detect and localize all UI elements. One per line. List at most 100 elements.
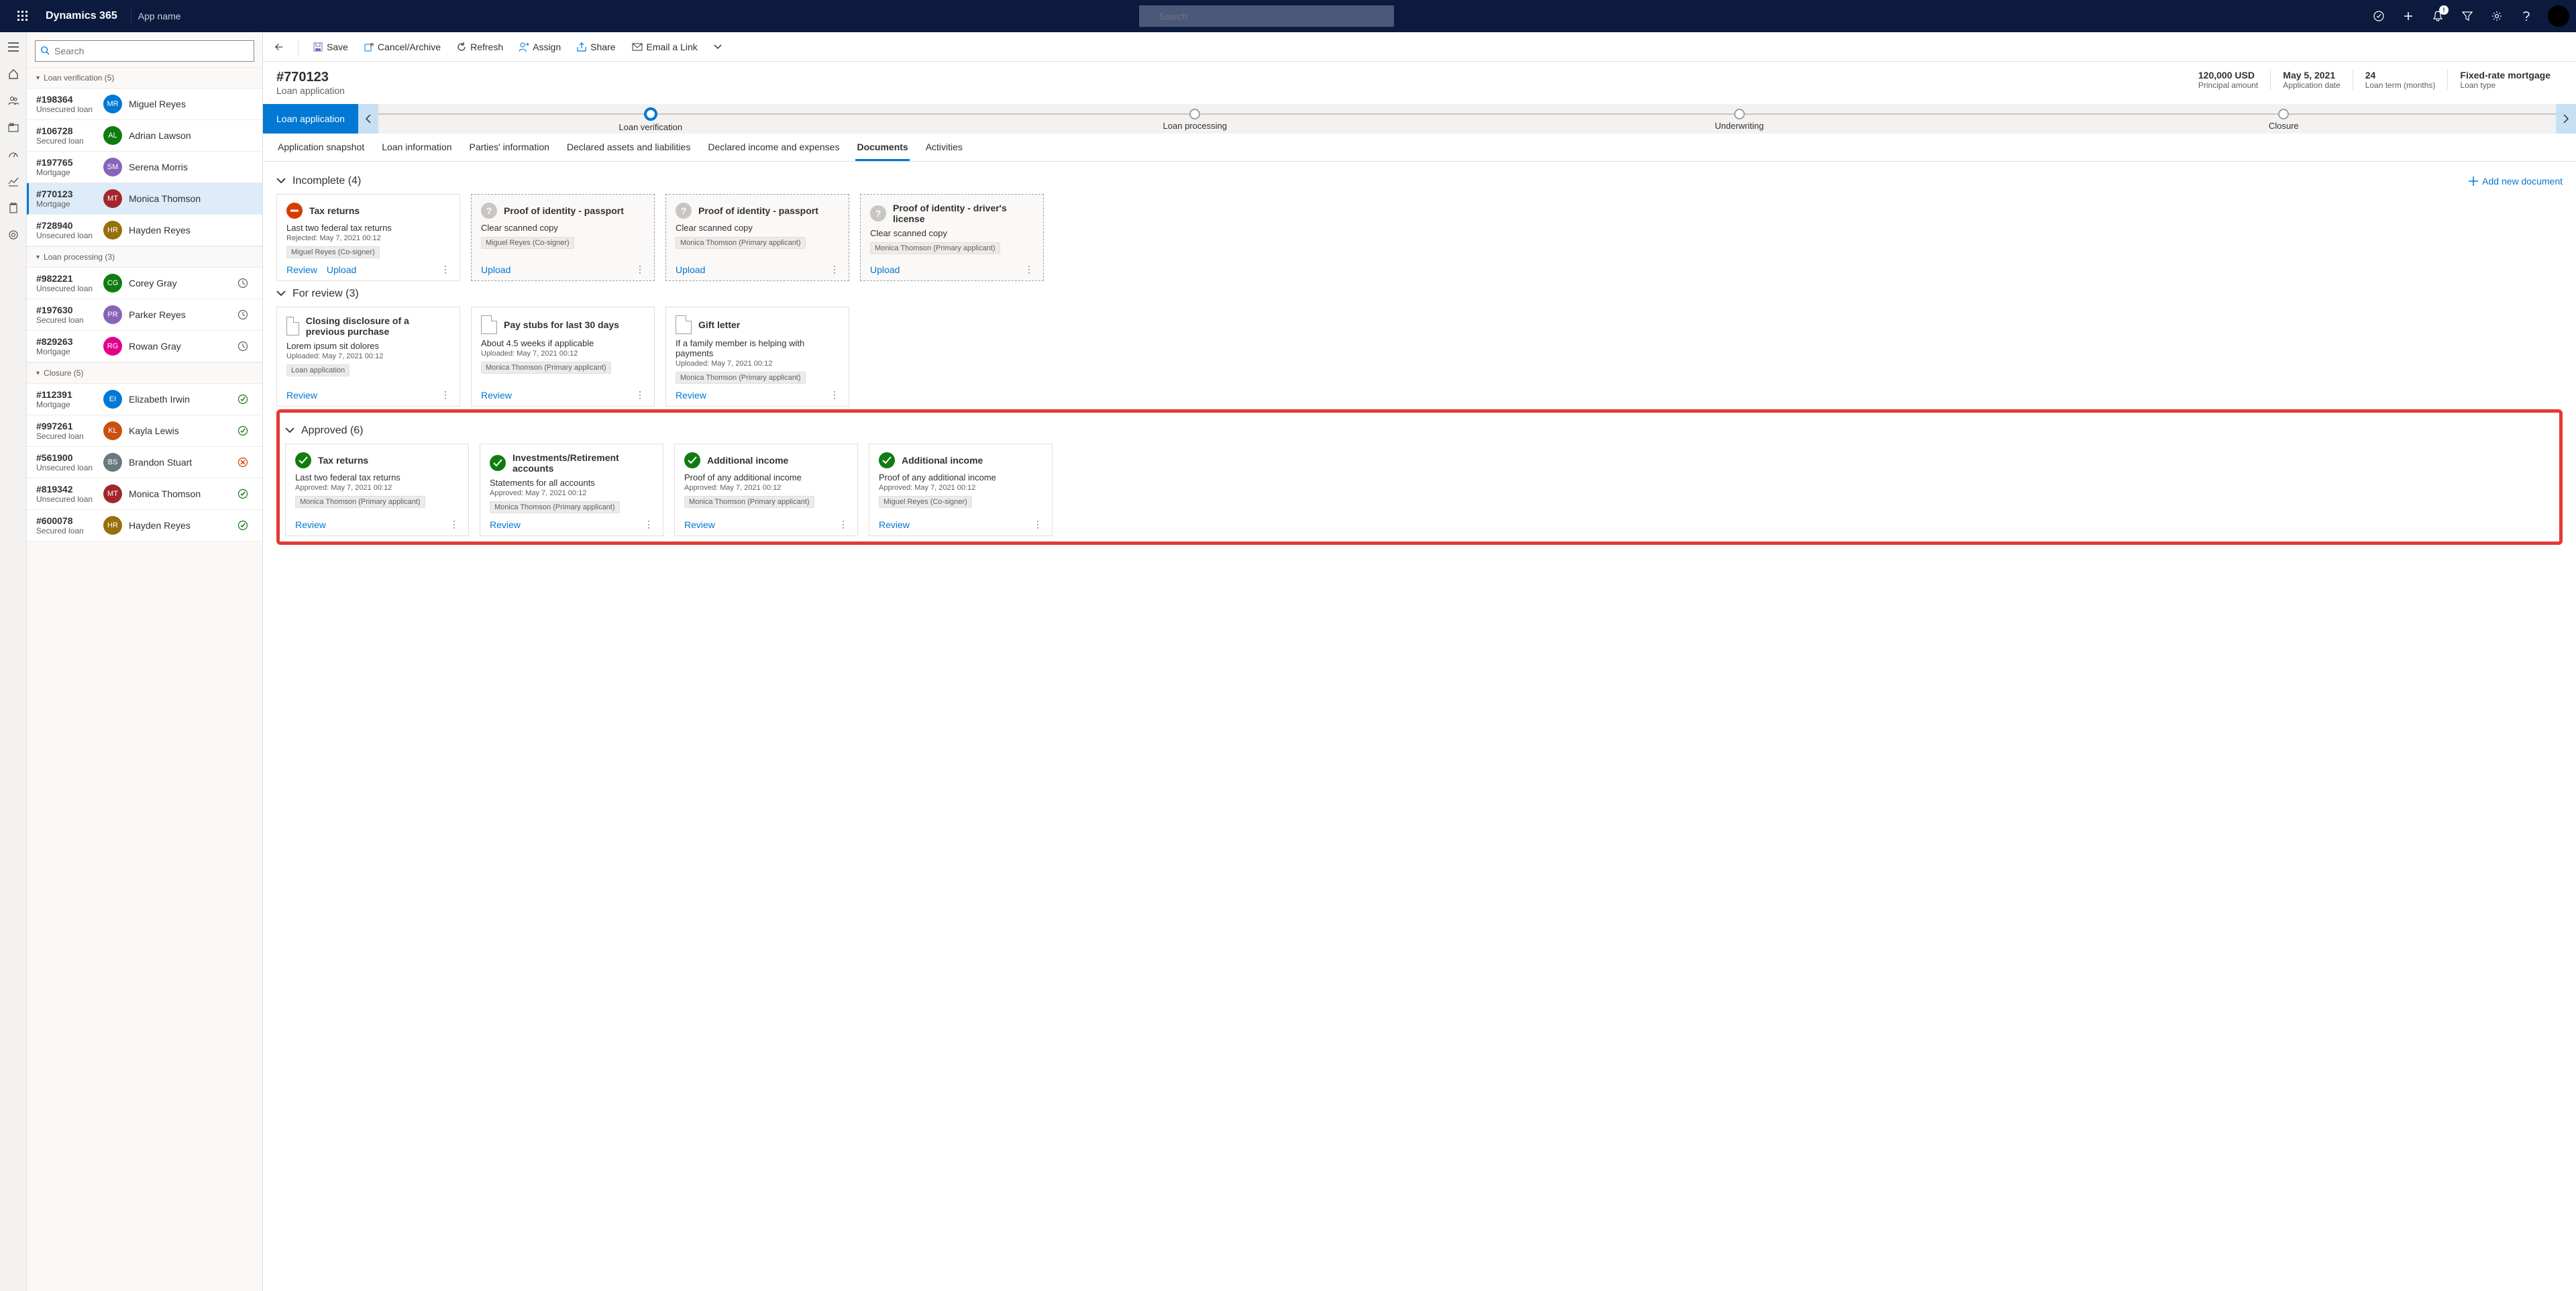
help-icon[interactable] [2513,3,2540,30]
stage-verification[interactable]: Loan verification [378,106,923,132]
list-row[interactable]: #198364Unsecured loan MRMiguel Reyes [27,89,262,120]
tab-parties[interactable]: Parties' information [468,135,551,161]
settings-icon[interactable] [2483,3,2510,30]
list-row[interactable]: #997261Secured loan KLKayla Lewis [27,415,262,447]
document-card: Additional income Proof of any additiona… [674,444,858,536]
row-name: Corey Gray [129,278,177,289]
save-button[interactable]: Save [307,36,355,58]
overflow-button[interactable] [707,36,729,58]
review-link[interactable]: Review [879,519,910,530]
list-row[interactable]: #561900Unsecured loan BSBrandon Stuart [27,447,262,478]
avatar: SM [103,158,122,176]
group-header-closure[interactable]: ▾Closure (5) [27,362,262,384]
search-icon [40,46,50,55]
card-overflow-icon[interactable]: ⋮ [635,389,645,401]
review-link[interactable]: Review [676,390,706,401]
stage-underwriting[interactable]: Underwriting [1467,106,2012,132]
row-id: #982221 [36,273,103,284]
stage-processing[interactable]: Loan processing [922,106,1467,132]
list-search-input[interactable] [35,40,254,62]
list-row[interactable]: #600078Secured loan HRHayden Reyes [27,510,262,541]
app-name-label[interactable]: App name [138,11,181,21]
back-button[interactable] [268,36,290,58]
collapse-icon[interactable] [285,427,294,434]
collapse-icon[interactable] [276,291,286,297]
card-overflow-icon[interactable]: ⋮ [441,389,450,401]
avatar: HR [103,516,122,535]
assign-button[interactable]: Assign [513,36,568,58]
list-row[interactable]: #197630Secured loan PRParker Reyes [27,299,262,331]
avatar: BS [103,453,122,472]
group-header-verification[interactable]: ▾Loan verification (5) [27,67,262,89]
list-row[interactable]: #197765Mortgage SMSerena Morris [27,152,262,183]
card-overflow-icon[interactable]: ⋮ [441,264,450,275]
user-avatar[interactable] [2548,5,2569,27]
tab-documents[interactable]: Documents [855,135,909,161]
home-icon[interactable] [3,63,24,85]
card-tag: Monica Thomson (Primary applicant) [490,501,620,513]
people-icon[interactable] [3,90,24,111]
group-header-processing[interactable]: ▾Loan processing (3) [27,246,262,268]
review-link[interactable]: Review [481,390,512,401]
card-meta: Approved: May 7, 2021 00:12 [684,484,848,492]
app-launcher-icon[interactable] [7,11,39,21]
task-icon[interactable] [2365,3,2392,30]
folder-icon[interactable] [3,117,24,138]
card-overflow-icon[interactable]: ⋮ [635,264,645,275]
save-icon [313,42,323,52]
row-name: Monica Thomson [129,488,201,499]
upload-link[interactable]: Upload [870,264,900,275]
list-row[interactable]: #728940Unsecured loan HRHayden Reyes [27,215,262,246]
upload-link[interactable]: Upload [481,264,511,275]
chart-icon[interactable] [3,170,24,192]
stage-prev-button[interactable] [358,104,378,134]
tab-snapshot[interactable]: Application snapshot [276,135,366,161]
row-status-icon [233,309,253,320]
collapse-icon[interactable] [276,178,286,185]
current-stage[interactable]: Loan application [263,104,358,134]
list-row[interactable]: #106728Secured loan ALAdrian Lawson [27,120,262,152]
tab-assets[interactable]: Declared assets and liabilities [566,135,692,161]
list-row[interactable]: #829263Mortgage RGRowan Gray [27,331,262,362]
hamburger-icon[interactable] [3,36,24,58]
row-id: #829263 [36,336,103,347]
clipboard-icon[interactable] [3,197,24,219]
card-overflow-icon[interactable]: ⋮ [1024,264,1034,275]
filter-icon[interactable] [2454,3,2481,30]
card-overflow-icon[interactable]: ⋮ [644,519,653,530]
tab-income[interactable]: Declared income and expenses [706,135,841,161]
dashboard-icon[interactable] [3,144,24,165]
list-row[interactable]: #112391Mortgage EIElizabeth Irwin [27,384,262,415]
notifications-icon[interactable]: ! [2424,3,2451,30]
upload-link[interactable]: Upload [676,264,705,275]
card-overflow-icon[interactable]: ⋮ [830,264,839,275]
review-link[interactable]: Review [286,390,317,401]
email-link-button[interactable]: Email a Link [625,36,704,58]
review-link[interactable]: Review [684,519,715,530]
card-overflow-icon[interactable]: ⋮ [830,389,839,401]
share-button[interactable]: Share [570,36,622,58]
upload-link[interactable]: Upload [327,264,356,275]
review-link[interactable]: Review [490,519,521,530]
row-id: #197765 [36,157,103,168]
list-row[interactable]: #982221Unsecured loan CGCorey Gray [27,268,262,299]
tab-loan-info[interactable]: Loan information [380,135,453,161]
row-subtitle: Secured loan [36,526,103,535]
stage-next-button[interactable] [2556,104,2576,134]
gear-icon[interactable] [3,224,24,246]
card-overflow-icon[interactable]: ⋮ [839,519,848,530]
add-icon[interactable] [2395,3,2422,30]
tab-activities[interactable]: Activities [924,135,964,161]
record-header: #770123 Loan application 120,000 USDPrin… [263,62,2576,104]
card-overflow-icon[interactable]: ⋮ [449,519,459,530]
list-row[interactable]: #770123Mortgage MTMonica Thomson [27,183,262,215]
global-search-input[interactable] [1139,5,1394,27]
card-overflow-icon[interactable]: ⋮ [1033,519,1042,530]
cancel-button[interactable]: Cancel/Archive [358,36,447,58]
list-row[interactable]: #819342Unsecured loan MTMonica Thomson [27,478,262,510]
refresh-button[interactable]: Refresh [450,36,510,58]
review-link[interactable]: Review [286,264,317,275]
stage-closure[interactable]: Closure [2011,106,2556,132]
review-link[interactable]: Review [295,519,326,530]
add-document-button[interactable]: Add new document [2469,176,2563,187]
